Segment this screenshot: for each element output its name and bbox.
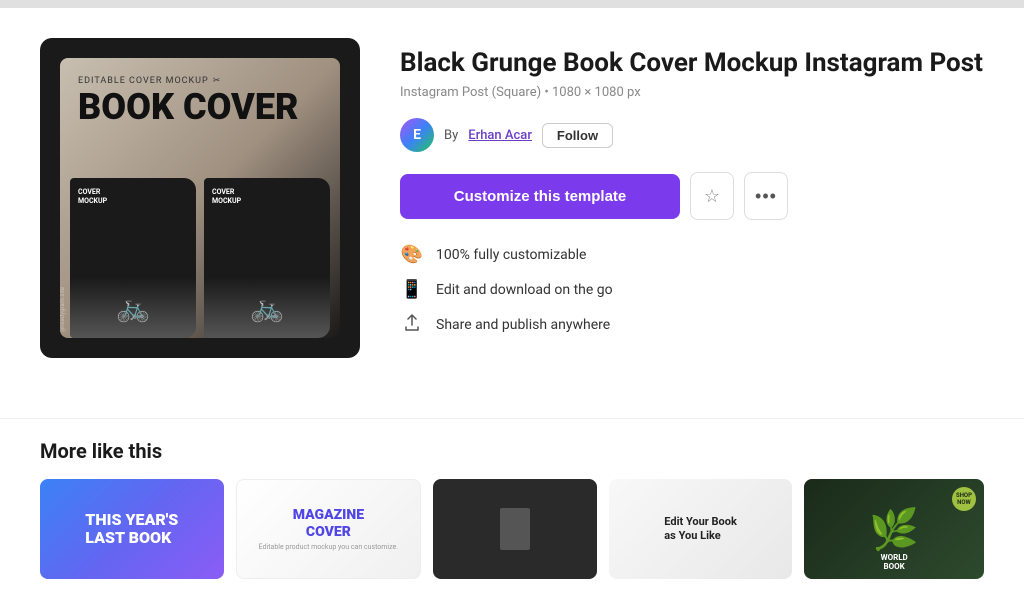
author-avatar: E	[400, 118, 434, 152]
preview-main-title: BOOK COVER	[78, 88, 298, 128]
books-area: COVERMOCKUP 🚲 COVERMOCKUP 🚲	[70, 178, 330, 338]
author-by-label: By	[444, 128, 458, 143]
share-icon	[400, 314, 424, 336]
thumb-2-label: MAGAZINECOVER	[259, 507, 398, 541]
thumb-1-label: This Year'sLast Book	[85, 511, 178, 546]
thumb-5-label: WORLDBOOK	[881, 553, 908, 571]
watermark: @readygram.site	[60, 287, 66, 332]
features-list: 🎨 100% fully customizable 📱 Edit and dow…	[400, 244, 984, 336]
thumbnails-row: This Year'sLast Book MAGAZINECOVER Edita…	[40, 479, 984, 579]
book-label-1: COVERMOCKUP	[78, 188, 188, 206]
thumbnail-2[interactable]: MAGAZINECOVER Editable product mockup yo…	[236, 479, 422, 579]
more-icon: •••	[755, 186, 777, 207]
thumb-2-content: MAGAZINECOVER Editable product mockup yo…	[259, 507, 398, 551]
book-label-2: COVERMOCKUP	[212, 188, 322, 206]
author-row: E By Erhan Acar Follow	[400, 118, 984, 152]
scissors-icon: ✂	[213, 76, 222, 86]
bike-icon-1: 🚲	[70, 278, 196, 338]
feature-text-1: 100% fully customizable	[436, 247, 586, 263]
author-name[interactable]: Erhan Acar	[468, 128, 532, 143]
main-container: EDITABLE COVER MOCKUP ✂ BOOK COVER COVER…	[0, 8, 1024, 418]
more-options-button[interactable]: •••	[744, 172, 788, 220]
star-icon: ☆	[704, 186, 720, 207]
dark-book-block	[500, 508, 530, 550]
shop-now-badge: SHOPNOW	[952, 487, 976, 511]
book-card-2: COVERMOCKUP 🚲	[204, 178, 330, 338]
top-bar	[0, 0, 1024, 8]
template-title: Black Grunge Book Cover Mockup Instagram…	[400, 48, 984, 79]
feature-item-1: 🎨 100% fully customizable	[400, 244, 984, 265]
template-meta: Instagram Post (Square) • 1080 × 1080 px	[400, 85, 984, 100]
thumbnail-5[interactable]: 🌿 WORLDBOOK SHOPNOW	[804, 479, 984, 579]
feature-text-3: Share and publish anywhere	[436, 317, 610, 333]
thumb-2-sublabel: Editable product mockup you can customiz…	[259, 543, 398, 551]
thumbnail-3[interactable]	[433, 479, 597, 579]
cta-row: Customize this template ☆ •••	[400, 172, 984, 220]
star-button[interactable]: ☆	[690, 172, 734, 220]
customizable-icon: 🎨	[400, 244, 424, 265]
bike-icon-2: 🚲	[204, 278, 330, 338]
content-area: EDITABLE COVER MOCKUP ✂ BOOK COVER COVER…	[40, 38, 984, 358]
thumb-4-label: Edit Your Bookas You Like	[664, 515, 737, 544]
more-section: More like this This Year'sLast Book MAGA…	[0, 418, 1024, 609]
preview-subtitle: EDITABLE COVER MOCKUP ✂	[78, 76, 221, 86]
template-preview: EDITABLE COVER MOCKUP ✂ BOOK COVER COVER…	[40, 38, 360, 358]
details-panel: Black Grunge Book Cover Mockup Instagram…	[400, 38, 984, 336]
bike-decoration-1: 🚲	[70, 278, 196, 338]
bike-decoration-2: 🚲	[204, 278, 330, 338]
thumbnail-1[interactable]: This Year'sLast Book	[40, 479, 224, 579]
more-like-this-title: More like this	[40, 419, 984, 463]
thumbnail-4[interactable]: Edit Your Bookas You Like	[609, 479, 793, 579]
feature-text-2: Edit and download on the go	[436, 282, 613, 298]
feature-item-3: Share and publish anywhere	[400, 314, 984, 336]
book-card-1: COVERMOCKUP 🚲	[70, 178, 196, 338]
customize-button[interactable]: Customize this template	[400, 174, 680, 219]
leaf-icon: 🌿	[869, 506, 919, 553]
preview-inner: EDITABLE COVER MOCKUP ✂ BOOK COVER COVER…	[60, 58, 340, 338]
feature-item-2: 📱 Edit and download on the go	[400, 279, 984, 300]
mobile-icon: 📱	[400, 279, 424, 300]
follow-button[interactable]: Follow	[542, 123, 613, 148]
